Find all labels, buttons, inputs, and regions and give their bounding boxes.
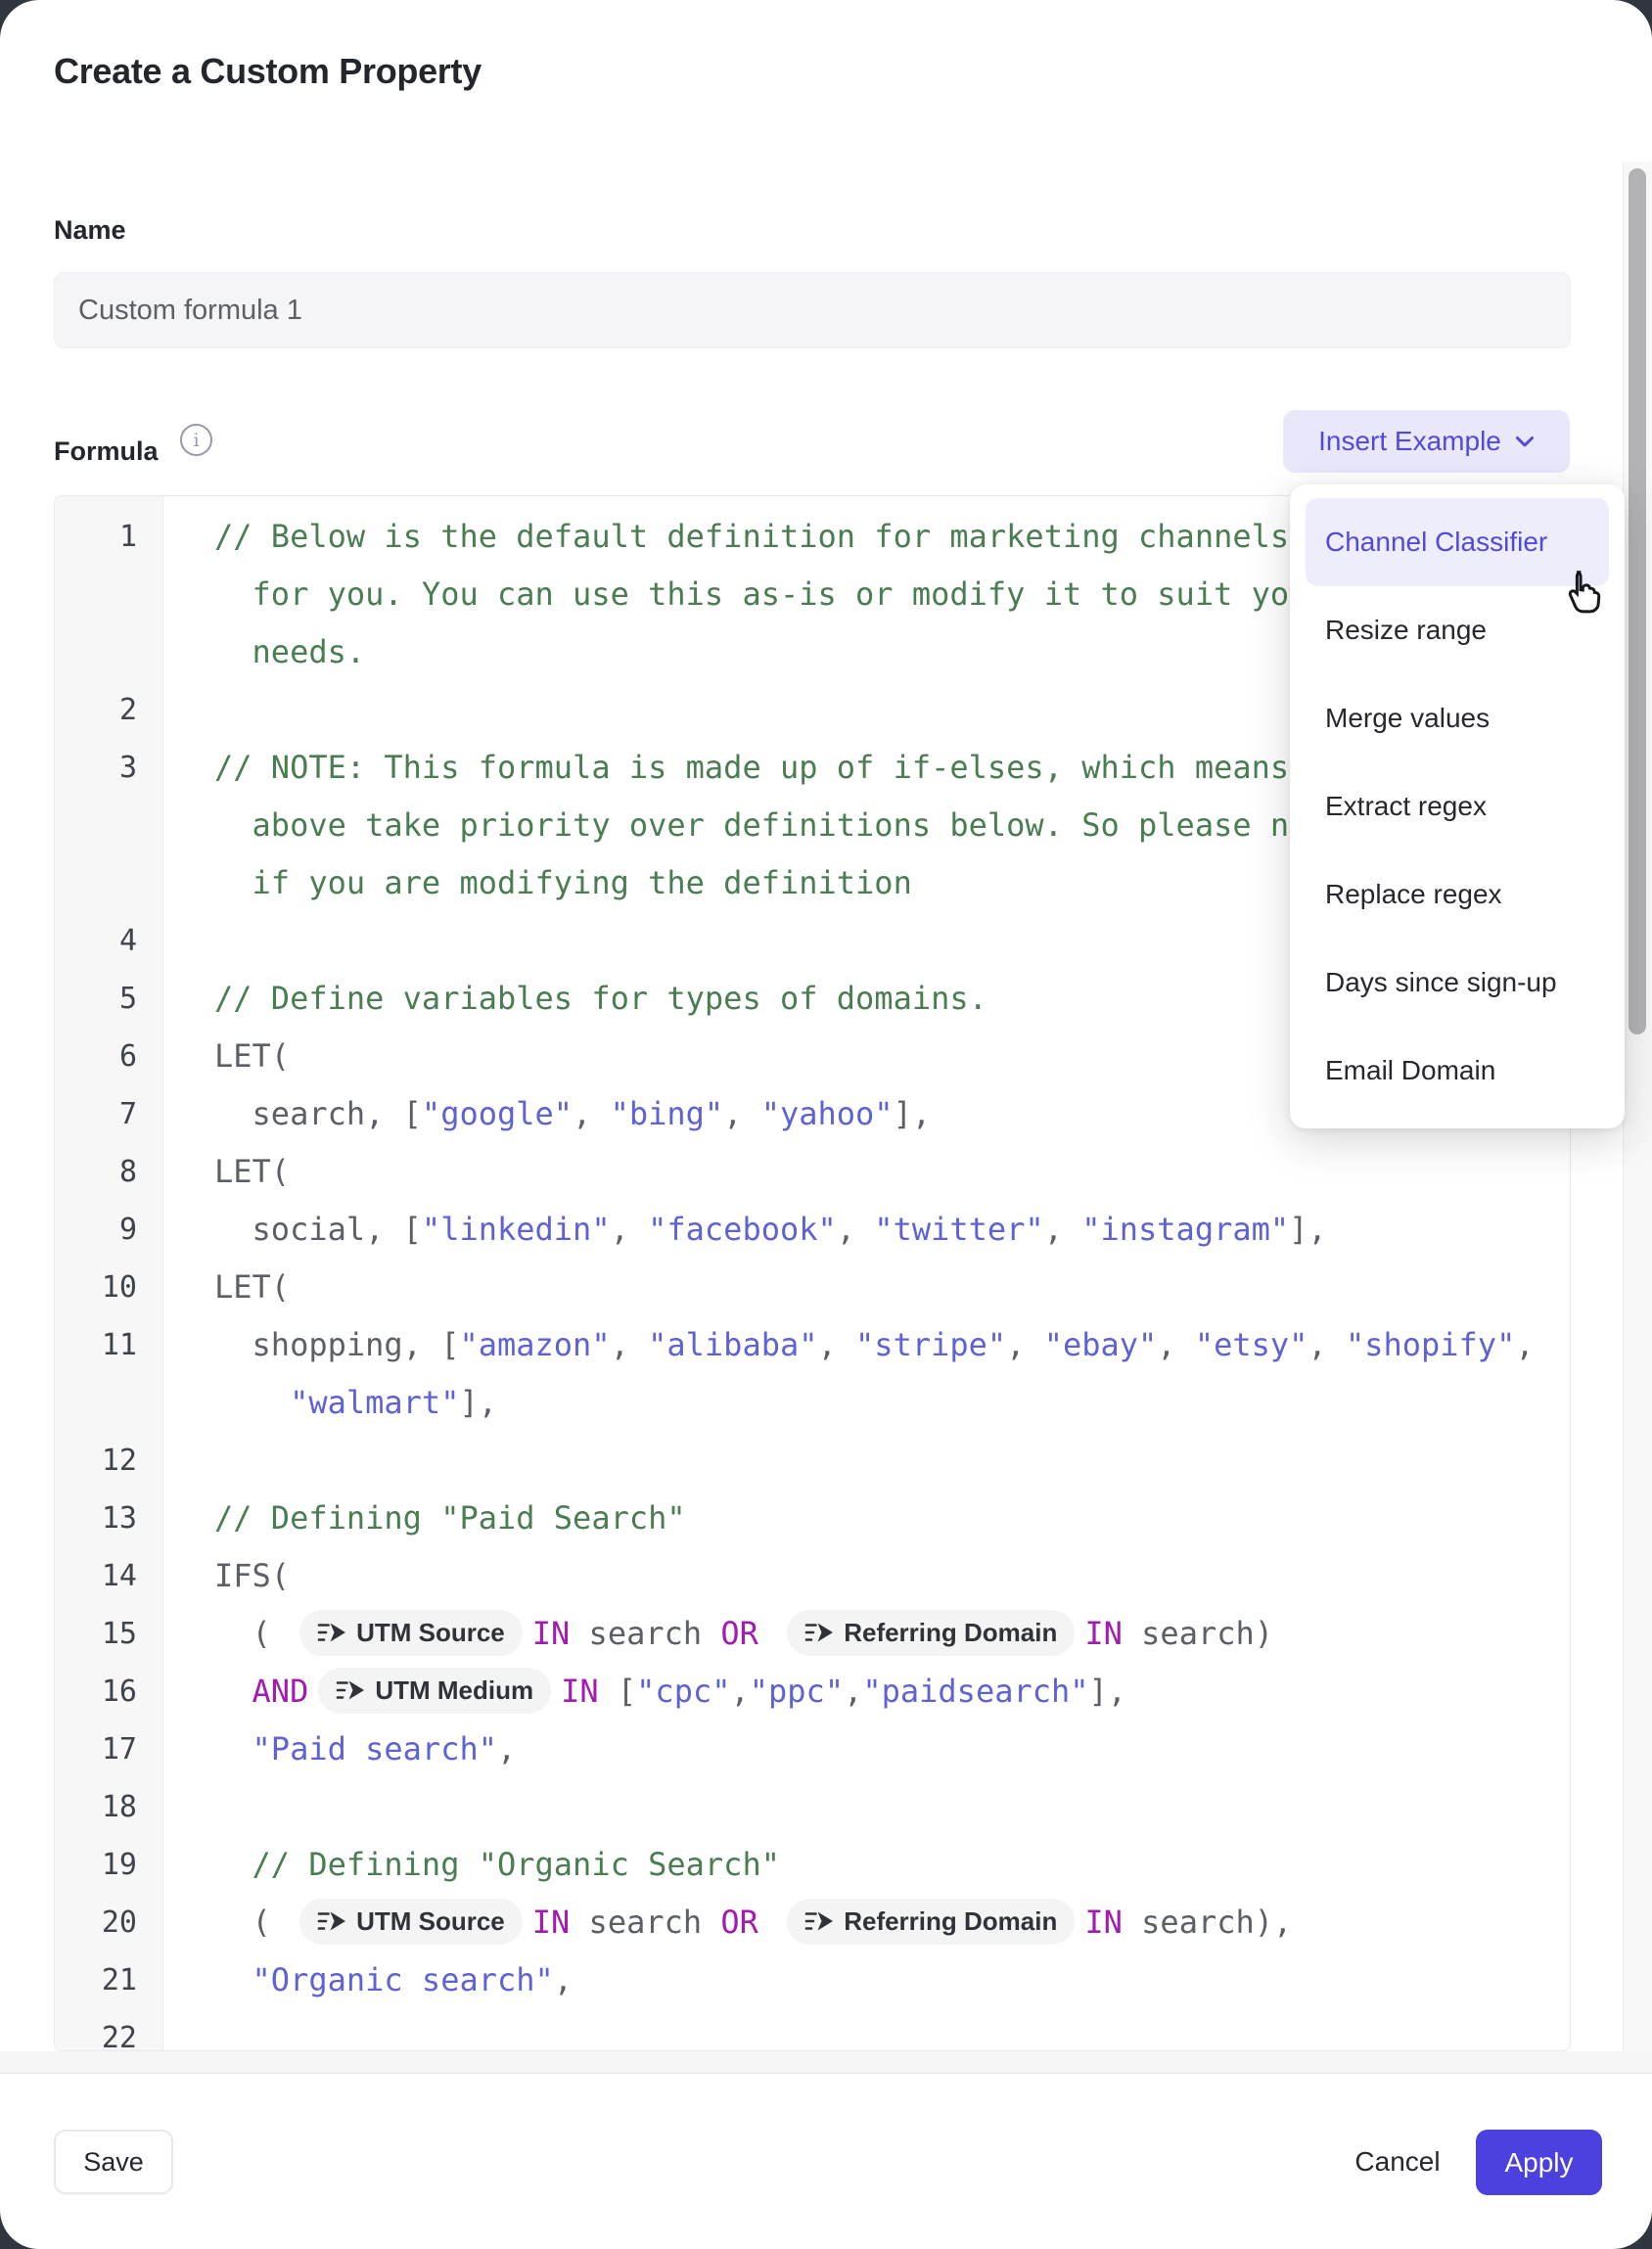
code-row[interactable]: 14IFS( xyxy=(55,1547,1570,1605)
property-chip-label: Referring Domain xyxy=(844,1893,1057,1951)
line-number: 17 xyxy=(55,1721,162,1778)
line-number: 5 xyxy=(55,970,162,1028)
cancel-button[interactable]: Cancel xyxy=(1337,2130,1458,2194)
line-number xyxy=(55,797,162,854)
code-line-content: AND UTM MediumIN ["cpc","ppc","paidsearc… xyxy=(162,1663,1570,1721)
line-number: 15 xyxy=(55,1605,162,1663)
vertical-scrollbar-track[interactable] xyxy=(1623,161,1652,2051)
code-row[interactable]: 19// Defining "Organic Search" xyxy=(55,1836,1570,1894)
code-row[interactable]: 18 xyxy=(55,1778,1570,1836)
line-number xyxy=(55,566,162,623)
property-chip[interactable]: UTM Source xyxy=(299,1899,523,1945)
line-number: 2 xyxy=(55,681,162,739)
code-row[interactable]: 13// Defining "Paid Search" xyxy=(55,1490,1570,1547)
save-button[interactable]: Save xyxy=(54,2130,173,2194)
code-line-content: "Organic search", xyxy=(162,1951,1570,2009)
code-line-content: "Paid search", xyxy=(162,1721,1570,1778)
property-chip-label: UTM Source xyxy=(356,1893,505,1951)
code-line-content: // Defining "Organic Search" xyxy=(162,1836,1570,1894)
code-row[interactable]: "walmart"], xyxy=(55,1374,1570,1432)
vertical-scrollbar-thumb[interactable] xyxy=(1629,168,1646,1034)
menu-item-email-domain[interactable]: Email Domain xyxy=(1306,1027,1609,1115)
menu-item-days-since-sign-up[interactable]: Days since sign-up xyxy=(1306,939,1609,1027)
code-line-content: "walmart"], xyxy=(162,1374,1570,1432)
apply-button[interactable]: Apply xyxy=(1476,2130,1602,2195)
code-line-content xyxy=(162,2009,1570,2051)
formula-label: Formula xyxy=(54,436,159,467)
line-number xyxy=(55,623,162,681)
code-line-content: shopping, ["amazon", "alibaba", "stripe"… xyxy=(162,1316,1570,1374)
code-line-content: LET( xyxy=(162,1143,1570,1201)
name-field-label: Name xyxy=(54,215,126,246)
code-line-content xyxy=(162,1432,1570,1490)
property-chip[interactable]: Referring Domain xyxy=(787,1899,1075,1945)
line-number: 22 xyxy=(55,2009,162,2051)
create-custom-property-modal: Create a Custom Property Name Custom for… xyxy=(0,0,1652,2249)
event-property-icon xyxy=(317,1620,346,1645)
hand-cursor-icon xyxy=(1559,568,1606,620)
code-row[interactable]: 21"Organic search", xyxy=(55,1951,1570,2009)
insert-example-button[interactable]: Insert Example xyxy=(1283,410,1570,473)
line-number: 9 xyxy=(55,1201,162,1259)
name-input[interactable]: Custom formula 1 xyxy=(54,272,1571,348)
code-row[interactable]: 12 xyxy=(55,1432,1570,1490)
line-number xyxy=(55,854,162,912)
line-number: 1 xyxy=(55,508,162,566)
line-number: 8 xyxy=(55,1143,162,1201)
code-line-content: ( UTM SourceIN search OR Referring Domai… xyxy=(162,1605,1570,1663)
code-row[interactable]: 15( UTM SourceIN search OR Referring Dom… xyxy=(55,1605,1570,1663)
line-number: 12 xyxy=(55,1432,162,1490)
property-chip[interactable]: UTM Source xyxy=(299,1610,523,1656)
code-line-content: IFS( xyxy=(162,1547,1570,1605)
code-row[interactable]: 20( UTM SourceIN search OR Referring Dom… xyxy=(55,1894,1570,1951)
property-chip-label: Referring Domain xyxy=(844,1604,1057,1662)
menu-item-extract-regex[interactable]: Extract regex xyxy=(1306,762,1609,850)
page-title: Create a Custom Property xyxy=(54,51,482,92)
property-chip-label: UTM Medium xyxy=(375,1662,533,1720)
event-property-icon xyxy=(317,1908,346,1934)
menu-item-merge-values[interactable]: Merge values xyxy=(1306,674,1609,762)
property-chip-label: UTM Source xyxy=(356,1604,505,1662)
line-number: 21 xyxy=(55,1951,162,2009)
code-line-content: // Defining "Paid Search" xyxy=(162,1490,1570,1547)
code-row[interactable]: 22 xyxy=(55,2009,1570,2051)
property-chip[interactable]: Referring Domain xyxy=(787,1610,1075,1656)
code-line-content xyxy=(162,1778,1570,1836)
line-number: 4 xyxy=(55,912,162,970)
event-property-icon xyxy=(336,1677,365,1703)
code-line-content: LET( xyxy=(162,1259,1570,1316)
event-property-icon xyxy=(804,1908,834,1934)
event-property-icon xyxy=(804,1620,834,1645)
menu-item-replace-regex[interactable]: Replace regex xyxy=(1306,850,1609,939)
code-row[interactable]: 11shopping, ["amazon", "alibaba", "strip… xyxy=(55,1316,1570,1374)
code-line-content: social, ["linkedin", "facebook", "twitte… xyxy=(162,1201,1570,1259)
line-number: 3 xyxy=(55,739,162,797)
code-row[interactable]: 17"Paid search", xyxy=(55,1721,1570,1778)
code-row[interactable]: 10LET( xyxy=(55,1259,1570,1316)
line-number: 13 xyxy=(55,1490,162,1547)
chevron-down-icon xyxy=(1515,436,1535,448)
name-input-value: Custom formula 1 xyxy=(78,295,302,327)
content-bottom-divider xyxy=(0,2051,1652,2074)
line-number: 19 xyxy=(55,1836,162,1894)
property-chip[interactable]: UTM Medium xyxy=(318,1668,551,1714)
code-row[interactable]: 8LET( xyxy=(55,1143,1570,1201)
line-number xyxy=(55,1374,162,1432)
line-number: 14 xyxy=(55,1547,162,1605)
code-row[interactable]: 16AND UTM MediumIN ["cpc","ppc","paidsea… xyxy=(55,1663,1570,1721)
line-number: 18 xyxy=(55,1778,162,1836)
insert-example-label: Insert Example xyxy=(1318,426,1501,457)
code-line-content: ( UTM SourceIN search OR Referring Domai… xyxy=(162,1894,1570,1951)
line-number: 20 xyxy=(55,1894,162,1951)
line-number: 10 xyxy=(55,1259,162,1316)
line-number: 7 xyxy=(55,1085,162,1143)
info-icon[interactable]: i xyxy=(180,424,212,456)
code-row[interactable]: 9social, ["linkedin", "facebook", "twitt… xyxy=(55,1201,1570,1259)
line-number: 16 xyxy=(55,1663,162,1721)
modal-backdrop: Create a Custom Property Name Custom for… xyxy=(0,0,1652,2249)
line-number: 11 xyxy=(55,1316,162,1374)
line-number: 6 xyxy=(55,1028,162,1085)
